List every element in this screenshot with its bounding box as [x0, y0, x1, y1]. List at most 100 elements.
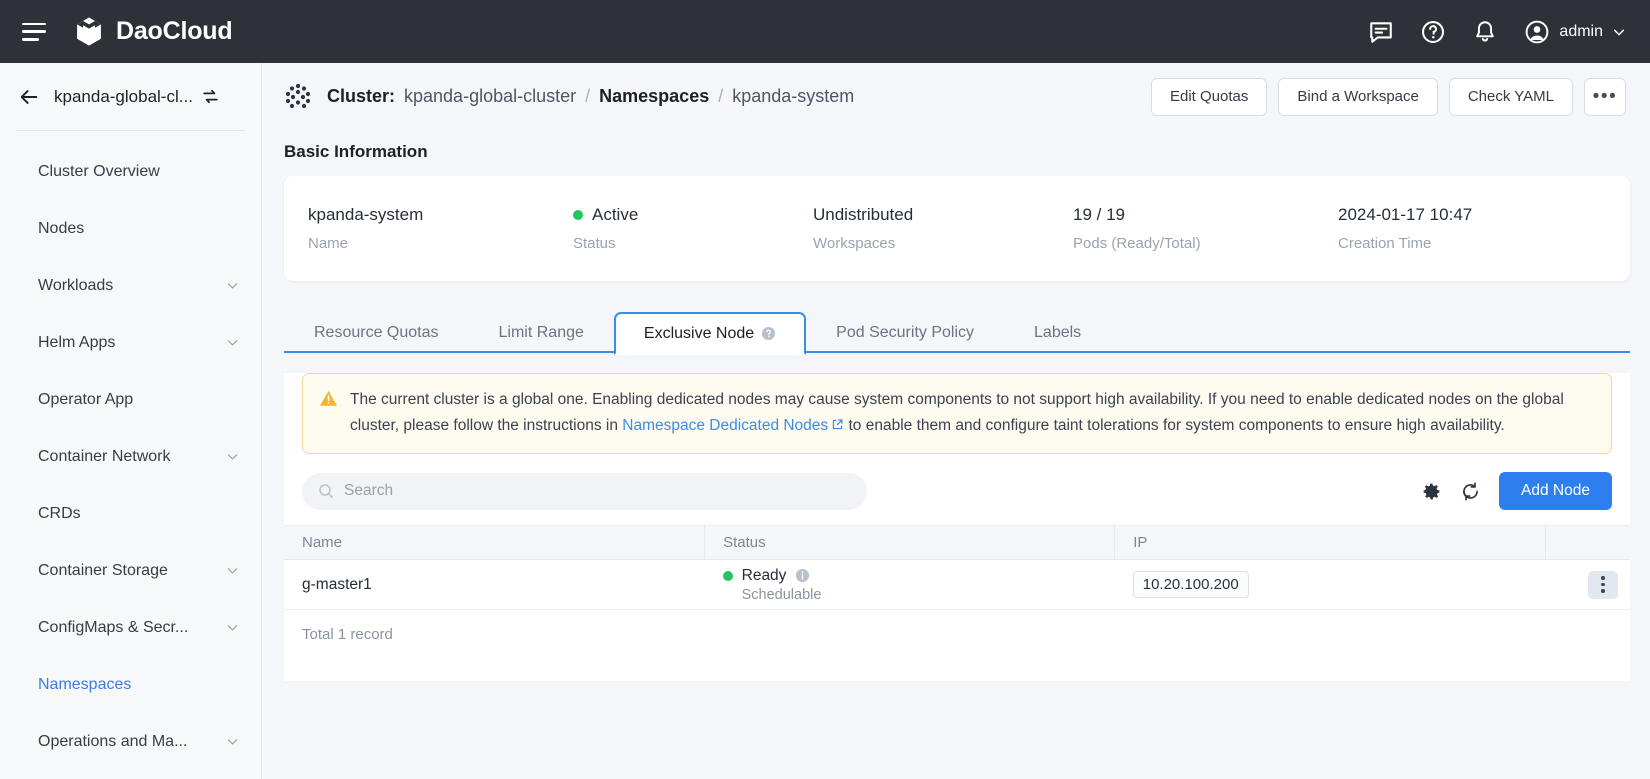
- sidebar-item-configmaps-secrets[interactable]: ConfigMaps & Secr...: [0, 599, 261, 656]
- bind-workspace-button[interactable]: Bind a Workspace: [1278, 78, 1437, 116]
- chevron-down-icon: [226, 336, 239, 349]
- sidebar-item-label: CRDs: [38, 505, 239, 523]
- info-cell-creation-time: 2024-01-17 10:47 Creation Time: [1314, 205, 1472, 252]
- tab-label: Resource Quotas: [314, 324, 439, 342]
- tab-label: Exclusive Node: [644, 325, 754, 343]
- table-total-count: Total 1 record: [284, 610, 1630, 643]
- info-value-wrap: Active: [573, 205, 789, 225]
- exclusive-node-panel: The current cluster is a global one. Ena…: [284, 373, 1630, 681]
- sidebar-item-crds[interactable]: CRDs: [0, 485, 261, 542]
- switch-cluster-icon[interactable]: [201, 87, 220, 106]
- user-name: admin: [1559, 23, 1603, 41]
- info-label: Workspaces: [813, 235, 1049, 252]
- cell-node-ip: 10.20.100.200: [1115, 560, 1546, 610]
- hamburger-icon[interactable]: [22, 23, 46, 41]
- cell-node-name: g-master1: [284, 560, 705, 610]
- info-value: Undistributed: [813, 205, 1049, 225]
- tab-limit-range[interactable]: Limit Range: [469, 310, 614, 353]
- column-header-actions: [1546, 526, 1630, 560]
- current-cluster-name: kpanda-global-cl...: [54, 87, 193, 107]
- sidebar-item-container-network[interactable]: Container Network: [0, 428, 261, 485]
- gear-icon[interactable]: [1421, 481, 1442, 502]
- brand-name: DaoCloud: [116, 17, 232, 46]
- tab-resource-quotas[interactable]: Resource Quotas: [284, 310, 469, 353]
- chat-icon[interactable]: [1368, 19, 1394, 45]
- info-label: Pods (Ready/Total): [1073, 235, 1314, 252]
- topbar-actions: admin: [1368, 19, 1626, 45]
- sidebar-item-workloads[interactable]: Workloads: [0, 257, 261, 314]
- toolbar-right: Add Node: [1421, 472, 1612, 510]
- column-header-status[interactable]: Status: [705, 526, 1115, 560]
- avatar-icon: [1524, 19, 1550, 45]
- breadcrumb-label: Cluster:: [327, 86, 395, 107]
- warning-text-after: to enable them and configure taint toler…: [844, 417, 1505, 434]
- more-actions-button[interactable]: •••: [1584, 78, 1626, 116]
- info-label: Status: [573, 235, 789, 252]
- column-header-ip[interactable]: IP: [1115, 526, 1546, 560]
- search-box[interactable]: [302, 473, 867, 510]
- table-row: g-master1 Ready Sch: [284, 560, 1630, 610]
- back-arrow-icon[interactable]: [18, 86, 40, 108]
- kebab-menu-icon[interactable]: [1588, 571, 1618, 599]
- tab-exclusive-node[interactable]: Exclusive Node: [614, 312, 806, 355]
- info-cell-workspaces: Undistributed Workspaces: [789, 205, 1049, 252]
- search-icon: [318, 483, 334, 499]
- sidebar-header: kpanda-global-cl...: [0, 63, 261, 130]
- namespace-dedicated-nodes-link[interactable]: Namespace Dedicated Nodes: [622, 417, 828, 434]
- app-root: DaoCloud admin: [0, 0, 1650, 779]
- info-value: 19 / 19: [1073, 205, 1314, 225]
- tab-labels[interactable]: Labels: [1004, 310, 1111, 353]
- main-content: Cluster: kpanda-global-cluster / Namespa…: [262, 63, 1650, 779]
- breadcrumb-cluster[interactable]: kpanda-global-cluster: [404, 86, 576, 107]
- sidebar-item-cluster-overview[interactable]: Cluster Overview: [0, 143, 261, 200]
- breadcrumb-namespaces[interactable]: Namespaces: [599, 86, 709, 107]
- ip-chip: 10.20.100.200: [1133, 571, 1249, 598]
- sidebar-item-label: Helm Apps: [38, 334, 226, 352]
- info-cell-pods: 19 / 19 Pods (Ready/Total): [1049, 205, 1314, 252]
- tab-pod-security-policy[interactable]: Pod Security Policy: [806, 310, 1004, 353]
- edit-quotas-button[interactable]: Edit Quotas: [1151, 78, 1267, 116]
- breadcrumb: Cluster: kpanda-global-cluster / Namespa…: [327, 86, 854, 107]
- breadcrumb-namespace: kpanda-system: [732, 86, 854, 107]
- sidebar-nav: Cluster Overview Nodes Workloads Helm Ap…: [0, 131, 261, 770]
- sidebar-item-label: Container Network: [38, 448, 226, 466]
- sidebar-item-nodes[interactable]: Nodes: [0, 200, 261, 257]
- status-dot-icon: [573, 210, 583, 220]
- sidebar-item-helm-apps[interactable]: Helm Apps: [0, 314, 261, 371]
- warning-triangle-icon: [319, 389, 338, 408]
- tab-label: Labels: [1034, 324, 1081, 342]
- sidebar-item-label: ConfigMaps & Secr...: [38, 619, 226, 637]
- table-header-row: Name Status IP: [284, 526, 1630, 560]
- sidebar-item-label: Container Storage: [38, 562, 226, 580]
- add-node-button[interactable]: Add Node: [1499, 472, 1612, 510]
- daocloud-logo-icon: [72, 15, 106, 49]
- bell-icon[interactable]: [1472, 19, 1498, 45]
- sidebar-item-operations-and-maintenance[interactable]: Operations and Ma...: [0, 713, 261, 770]
- sidebar-item-operator-app[interactable]: Operator App: [0, 371, 261, 428]
- tab-label: Limit Range: [499, 324, 584, 342]
- top-bar: DaoCloud admin: [0, 0, 1650, 63]
- check-yaml-button[interactable]: Check YAML: [1449, 78, 1573, 116]
- sidebar-item-label: Namespaces: [38, 676, 239, 694]
- sidebar-item-namespaces[interactable]: Namespaces: [0, 656, 261, 713]
- help-icon[interactable]: [1420, 19, 1446, 45]
- chevron-down-icon: [1612, 25, 1626, 39]
- user-menu[interactable]: admin: [1524, 19, 1626, 45]
- search-input[interactable]: [344, 482, 851, 500]
- status-text: Ready: [742, 567, 787, 585]
- warning-banner: The current cluster is a global one. Ena…: [302, 373, 1612, 454]
- sidebar-item-container-storage[interactable]: Container Storage: [0, 542, 261, 599]
- page-header: Cluster: kpanda-global-cluster / Namespa…: [262, 63, 1650, 130]
- sidebar-item-label: Cluster Overview: [38, 163, 239, 181]
- refresh-icon[interactable]: [1460, 481, 1481, 502]
- column-header-name[interactable]: Name: [284, 526, 705, 560]
- table-toolbar: Add Node: [302, 471, 1612, 511]
- info-icon[interactable]: [795, 568, 810, 583]
- brand-logo-group: DaoCloud: [72, 15, 232, 49]
- external-link-icon[interactable]: [831, 418, 844, 431]
- info-value: Active: [592, 205, 638, 225]
- chevron-down-icon: [226, 621, 239, 634]
- help-icon[interactable]: [761, 326, 776, 341]
- tab-bar: Resource Quotas Limit Range Exclusive No…: [284, 308, 1630, 353]
- chevron-down-icon: [226, 279, 239, 292]
